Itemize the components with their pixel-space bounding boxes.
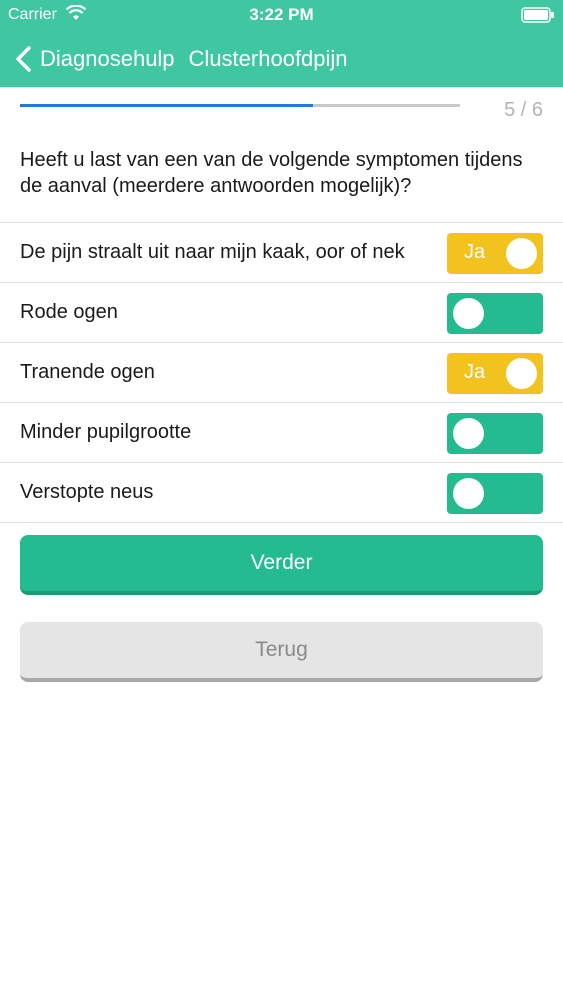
status-bar: Carrier 3:22 PM bbox=[0, 0, 563, 30]
nav-bar: Diagnosehulp Clusterhoofdpijn bbox=[0, 30, 563, 87]
status-time: 3:22 PM bbox=[249, 5, 314, 24]
option-toggle[interactable] bbox=[447, 293, 543, 334]
toggle-label: Ja bbox=[464, 241, 486, 263]
back-nav-button[interactable]: Diagnosehulp bbox=[14, 45, 175, 73]
option-row: Rode ogen bbox=[0, 283, 563, 343]
option-row: Verstopte neus bbox=[0, 463, 563, 523]
option-row: Tranende ogen Ja bbox=[0, 343, 563, 403]
header: Carrier 3:22 PM Diagnosehulp Clusterhoof… bbox=[0, 0, 563, 87]
back-nav-label: Diagnosehulp bbox=[40, 45, 175, 71]
option-toggle[interactable]: Ja bbox=[447, 233, 543, 274]
option-label: Rode ogen bbox=[20, 301, 118, 323]
back-button[interactable]: Terug bbox=[20, 622, 543, 682]
chevron-left-icon bbox=[16, 45, 31, 72]
toggle-knob bbox=[453, 298, 484, 329]
toggle-knob bbox=[506, 238, 537, 269]
toggle-knob bbox=[453, 418, 484, 449]
question-text: Heeft u last van een van de volgende sym… bbox=[20, 149, 523, 197]
option-label: Verstopte neus bbox=[20, 481, 154, 503]
option-toggle[interactable]: Ja bbox=[447, 353, 543, 394]
options-list: De pijn straalt uit naar mijn kaak, oor … bbox=[0, 222, 563, 523]
toggle-knob bbox=[506, 358, 537, 389]
page-title: Clusterhoofdpijn bbox=[188, 45, 348, 71]
option-row: De pijn straalt uit naar mijn kaak, oor … bbox=[0, 223, 563, 283]
option-label: De pijn straalt uit naar mijn kaak, oor … bbox=[20, 241, 405, 263]
progress-bar-fill bbox=[20, 104, 314, 107]
toggle-label: Ja bbox=[464, 361, 486, 383]
option-label: Tranende ogen bbox=[20, 361, 155, 383]
next-button[interactable]: Verder bbox=[20, 535, 543, 595]
option-label: Minder pupilgrootte bbox=[20, 421, 192, 443]
progress-section: 5 / 6 bbox=[0, 87, 563, 127]
battery-icon bbox=[521, 7, 554, 23]
progress-counter: 5 / 6 bbox=[504, 99, 543, 121]
option-toggle[interactable] bbox=[447, 473, 543, 514]
progress-bar bbox=[20, 104, 460, 107]
option-row: Minder pupilgrootte bbox=[0, 403, 563, 463]
option-toggle[interactable] bbox=[447, 413, 543, 454]
toggle-knob bbox=[453, 478, 484, 509]
